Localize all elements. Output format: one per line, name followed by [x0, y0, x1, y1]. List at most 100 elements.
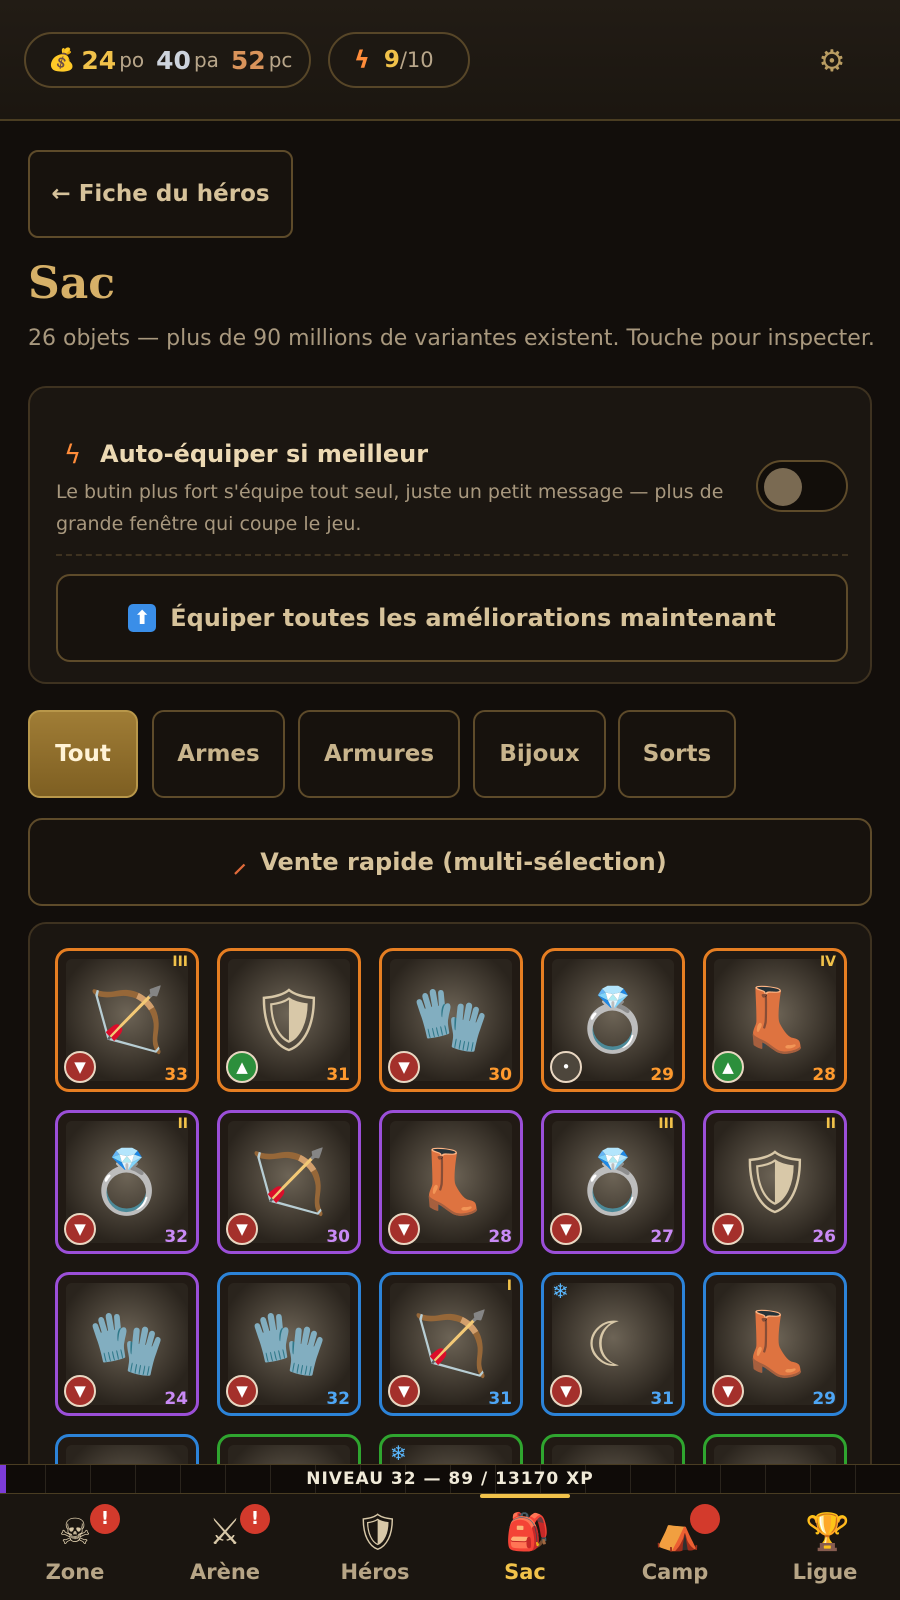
energy-max: /10 [399, 48, 434, 72]
nav-label: Arène [189, 1560, 261, 1584]
equal-dot-icon: • [550, 1051, 582, 1083]
item-level: 32 [164, 1227, 188, 1247]
inventory-slot[interactable]: 🛡 II 26 ▼ [703, 1110, 847, 1254]
silver-amount: 40 [156, 45, 191, 75]
page-title: Sac [28, 258, 116, 309]
nav-item-arène[interactable]: ⚔ Arène! [150, 1494, 300, 1600]
nav-item-ligue[interactable]: 🏆 Ligue [750, 1494, 900, 1600]
downgrade-arrow-icon: ▼ [388, 1213, 420, 1245]
filter-tab-jewelry[interactable]: Bijoux [473, 710, 606, 798]
item-level: 27 [650, 1227, 674, 1247]
nav-item-héros[interactable]: 🛡 Héros [300, 1494, 450, 1600]
alert-badge [690, 1504, 720, 1534]
auto-equip-title: Auto-équiper si meilleur [100, 440, 429, 468]
quick-sell-button[interactable]: ⸝ Vente rapide (multi-sélection) [28, 818, 872, 906]
item-level: 28 [812, 1065, 836, 1085]
camp-icon: ⛺ [655, 1512, 700, 1553]
currency-pill[interactable]: 💰 24 po 40 pa 52 pc [24, 32, 311, 88]
item-tier: IV [819, 954, 836, 970]
downgrade-arrow-icon: ▼ [550, 1375, 582, 1407]
filter-tab-spells[interactable]: Sorts [618, 710, 736, 798]
downgrade-arrow-icon: ▼ [64, 1051, 96, 1083]
item-level: 32 [326, 1389, 350, 1409]
trophy-icon: 🏆 [805, 1512, 850, 1553]
item-level: 31 [488, 1389, 512, 1409]
nav-item-sac[interactable]: 🎒 Sac [450, 1494, 600, 1600]
skull-icon: ☠ [58, 1512, 92, 1553]
inventory-slot[interactable]: 🏹 I 31 ▼ [379, 1272, 523, 1416]
item-level: 33 [164, 1065, 188, 1085]
filter-tab-armor[interactable]: Armures [298, 710, 460, 798]
copper-amount: 52 [230, 45, 266, 75]
downgrade-arrow-icon: ▼ [712, 1375, 744, 1407]
settings-gear-icon[interactable]: ⚙ [814, 44, 850, 80]
item-level: 31 [326, 1065, 350, 1085]
snowflake-icon: ❄ [552, 1279, 569, 1303]
inventory-slot[interactable]: 💍 29 • [541, 948, 685, 1092]
inventory-slot[interactable]: 🧤 30 ▼ [379, 948, 523, 1092]
item-tier: I [506, 1278, 512, 1294]
lightning-icon: ϟ [64, 440, 82, 470]
nav-label: Camp [641, 1560, 709, 1584]
snowflake-icon: ❄ [390, 1441, 407, 1465]
money-bag-icon: 💰 [48, 47, 76, 73]
item-tier: III [658, 1116, 674, 1132]
quick-sell-label: Vente rapide (multi-sélection) [260, 848, 667, 876]
downgrade-arrow-icon: ▼ [550, 1213, 582, 1245]
shield-icon: 🛡 [355, 1512, 401, 1553]
item-level: 29 [650, 1065, 674, 1085]
equip-all-upgrades-button[interactable]: ⬆ Équiper toutes les améliorations maint… [56, 574, 848, 662]
inventory-slot[interactable]: 💍 II 32 ▼ [55, 1110, 199, 1254]
lightning-icon: ϟ [354, 46, 370, 74]
inventory-slot[interactable]: 🏹 III 33 ▼ [55, 948, 199, 1092]
inventory-slot[interactable]: ☾ ❄ 31 ▼ [541, 1272, 685, 1416]
arrow-up-icon: ⬆ [128, 604, 157, 632]
alert-badge: ! [90, 1504, 120, 1534]
filter-tab-all[interactable]: Tout [28, 710, 138, 798]
item-level: 30 [488, 1065, 512, 1085]
inventory-slot[interactable]: 💍 III 27 ▼ [541, 1110, 685, 1254]
item-level: 28 [488, 1227, 512, 1247]
inventory-slot[interactable]: 👢 IV 28 ▲ [703, 948, 847, 1092]
silver-unit: pa [193, 48, 219, 72]
downgrade-arrow-icon: ▼ [226, 1375, 258, 1407]
upgrade-arrow-icon: ▲ [226, 1051, 258, 1083]
auto-equip-panel: ϟ Auto-équiper si meilleur Le butin plus… [28, 386, 872, 684]
nav-item-camp[interactable]: ⛺ Camp [600, 1494, 750, 1600]
inventory-slot[interactable]: 🏹 30 ▼ [217, 1110, 361, 1254]
nav-label: Ligue [792, 1560, 858, 1584]
downgrade-arrow-icon: ▼ [64, 1213, 96, 1245]
broom-icon: ⸝ [233, 849, 247, 879]
back-to-hero-button[interactable]: ← Fiche du héros [28, 150, 293, 238]
item-level: 30 [326, 1227, 350, 1247]
nav-label: Sac [504, 1560, 546, 1584]
xp-label: NIVEAU 32 — 89 / 13170 XP [306, 1469, 594, 1489]
item-tier: II [825, 1116, 836, 1132]
nav-item-zone[interactable]: ☠ Zone! [0, 1494, 150, 1600]
downgrade-arrow-icon: ▼ [388, 1051, 420, 1083]
divider [56, 554, 848, 556]
xp-bar: NIVEAU 32 — 89 / 13170 XP [0, 1464, 900, 1494]
energy-pill[interactable]: ϟ 9 /10 [328, 32, 470, 88]
inventory-grid: 🏹 III 33 ▼ 🛡 31 ▲ 🧤 30 ▼ 💍 29 • 👢 IV 28 ▲ 💍 II 32 ▼ 🏹 30 ▼ 👢 28 ▼ 💍… [28, 922, 872, 1482]
nav-label: Zone [45, 1560, 105, 1584]
inventory-slot[interactable]: 👢 29 ▼ [703, 1272, 847, 1416]
inventory-slot[interactable]: 🛡 31 ▲ [217, 948, 361, 1092]
copper-unit: pc [268, 48, 293, 72]
toggle-knob [764, 468, 802, 506]
item-level: 26 [812, 1227, 836, 1247]
item-tier: II [177, 1116, 188, 1132]
downgrade-arrow-icon: ▼ [388, 1375, 420, 1407]
swords-icon: ⚔ [208, 1512, 242, 1553]
inventory-slot[interactable]: 🧤 32 ▼ [217, 1272, 361, 1416]
nav-label: Héros [340, 1560, 410, 1584]
filter-tab-weapons[interactable]: Armes [152, 710, 285, 798]
energy-current: 9 [383, 47, 400, 73]
gold-unit: po [119, 48, 145, 72]
inventory-slot[interactable]: 🧤 24 ▼ [55, 1272, 199, 1416]
equip-all-label: Équiper toutes les améliorations mainten… [170, 604, 776, 632]
downgrade-arrow-icon: ▼ [712, 1213, 744, 1245]
inventory-slot[interactable]: 👢 28 ▼ [379, 1110, 523, 1254]
auto-equip-toggle[interactable] [756, 460, 848, 512]
auto-equip-description: Le butin plus fort s'équipe tout seul, j… [56, 481, 724, 535]
